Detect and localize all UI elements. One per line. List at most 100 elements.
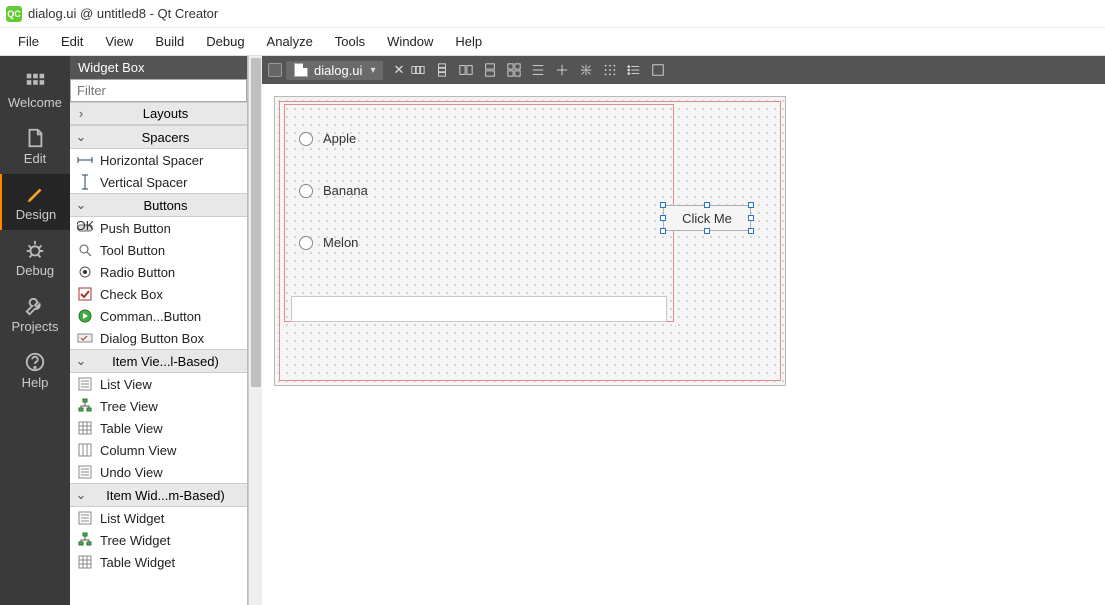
radio-apple[interactable]: Apple [299,131,356,146]
menu-window[interactable]: Window [377,30,443,53]
widget-item-label: Vertical Spacer [100,175,187,190]
open-file-tab[interactable]: dialog.ui ▾ [286,61,383,80]
mode-welcome[interactable]: Welcome [0,62,70,118]
tool-layout-h-icon[interactable] [408,60,428,80]
widget-filter-input[interactable] [70,79,247,102]
column-icon [76,442,94,458]
radio-banana[interactable]: Banana [299,183,368,198]
widget-category[interactable]: ⌄Spacers [70,125,247,149]
chevron-down-icon: ⌄ [74,353,88,369]
selection-handle[interactable] [704,228,710,234]
widget-item[interactable]: List View [70,373,247,395]
widget-item[interactable]: Undo View [70,461,247,483]
widget-item[interactable]: Column View [70,439,247,461]
widget-box-panel: Widget Box ›Layouts⌄SpacersHorizontal Sp… [70,56,248,605]
widgetbox-scrollbar[interactable] [248,56,262,605]
menu-view[interactable]: View [95,30,143,53]
widget-item-label: Undo View [100,465,163,480]
tool-form-icon[interactable] [648,60,668,80]
svg-text:OK: OK [77,220,93,233]
widget-item-label: List Widget [100,511,164,526]
click-me-button[interactable]: Click Me [663,205,751,231]
tool-list-icon[interactable] [624,60,644,80]
tool-layout-v-icon[interactable] [432,60,452,80]
selection-handle[interactable] [748,228,754,234]
widget-item[interactable]: Dialog Button Box [70,327,247,349]
widget-item[interactable]: Radio Button [70,261,247,283]
selection-handle[interactable] [660,228,666,234]
widget-item[interactable]: Comman...Button [70,305,247,327]
tool-break-layout-icon[interactable] [552,60,572,80]
tool-form-layout-icon[interactable] [528,60,548,80]
mode-help[interactable]: Help [0,342,70,398]
tool-grid-dots-icon[interactable] [600,60,620,80]
menu-analyze[interactable]: Analyze [257,30,323,53]
button-label: Click Me [682,211,732,226]
menu-build[interactable]: Build [145,30,194,53]
widget-category[interactable]: ⌄Item Wid...m-Based) [70,483,247,507]
tab-dropdown-icon[interactable]: ▾ [370,65,375,76]
file-icon [294,63,308,77]
widget-item[interactable]: Tool Button [70,239,247,261]
tool-layout-grid-icon[interactable] [504,60,524,80]
dialog-form[interactable]: Apple Banana Melon Click Me [274,96,786,386]
layout-outline-inner: Apple Banana Melon Click Me [284,104,674,322]
widget-item-label: Check Box [100,287,163,302]
mode-debug[interactable]: Debug [0,230,70,286]
widget-category[interactable]: ⌄Item Vie...l-Based) [70,349,247,373]
category-label: Item Vie...l-Based) [88,354,243,369]
bug-icon [24,239,46,261]
mode-label: Debug [16,263,54,278]
widget-item-label: Dialog Button Box [100,331,204,346]
widget-item-label: Table View [100,421,163,436]
mode-projects[interactable]: Projects [0,286,70,342]
mode-label: Design [16,207,56,222]
chevron-down-icon: ⌄ [74,197,88,213]
widget-category[interactable]: ›Layouts [70,102,247,125]
check-icon [76,286,94,302]
tool-adjust-size-icon[interactable] [576,60,596,80]
chevron-down-icon: ⌄ [74,129,88,145]
selection-handle[interactable] [748,215,754,221]
widget-item[interactable]: Vertical Spacer [70,171,247,193]
selection-handle[interactable] [704,202,710,208]
menu-tools[interactable]: Tools [325,30,375,53]
push-icon: OK [76,220,94,236]
widget-item[interactable]: Table Widget [70,551,247,573]
tool-layout-vsplit-icon[interactable] [480,60,500,80]
mode-edit[interactable]: Edit [0,118,70,174]
menu-help[interactable]: Help [445,30,492,53]
tool-layout-hsplit-icon[interactable] [456,60,476,80]
menu-debug[interactable]: Debug [196,30,254,53]
widget-item[interactable]: Tree View [70,395,247,417]
widget-item[interactable]: OKPush Button [70,217,247,239]
selection-handle[interactable] [660,215,666,221]
widget-item[interactable]: Horizontal Spacer [70,149,247,171]
radio-label: Banana [323,183,368,198]
editor-tabbar: dialog.ui ▾ ✕ [262,56,1105,84]
hspacer-icon [76,152,94,168]
form-canvas[interactable]: Apple Banana Melon Click Me [262,84,1105,605]
scrollbar-thumb[interactable] [251,58,261,387]
widget-item-label: Column View [100,443,176,458]
table-icon [76,420,94,436]
widget-item[interactable]: List Widget [70,507,247,529]
table-icon [76,554,94,570]
mode-design[interactable]: Design [0,174,70,230]
line-edit[interactable] [291,296,667,322]
menu-file[interactable]: File [8,30,49,53]
tab-close-icon[interactable]: ✕ [393,62,404,78]
widget-item[interactable]: Check Box [70,283,247,305]
grid-icon [24,71,46,93]
radio-melon[interactable]: Melon [299,235,358,250]
menu-edit[interactable]: Edit [51,30,93,53]
widget-tree[interactable]: ›Layouts⌄SpacersHorizontal Spacer Vertica… [70,102,247,605]
selection-handle[interactable] [660,202,666,208]
selection-handle[interactable] [748,202,754,208]
widget-item-label: Radio Button [100,265,175,280]
widget-category[interactable]: ⌄Buttons [70,193,247,217]
tabbar-stub-icon[interactable] [268,63,282,77]
widget-item[interactable]: Tree Widget [70,529,247,551]
widget-item[interactable]: Table View [70,417,247,439]
layout-outline-outer: Apple Banana Melon Click Me [279,101,781,381]
